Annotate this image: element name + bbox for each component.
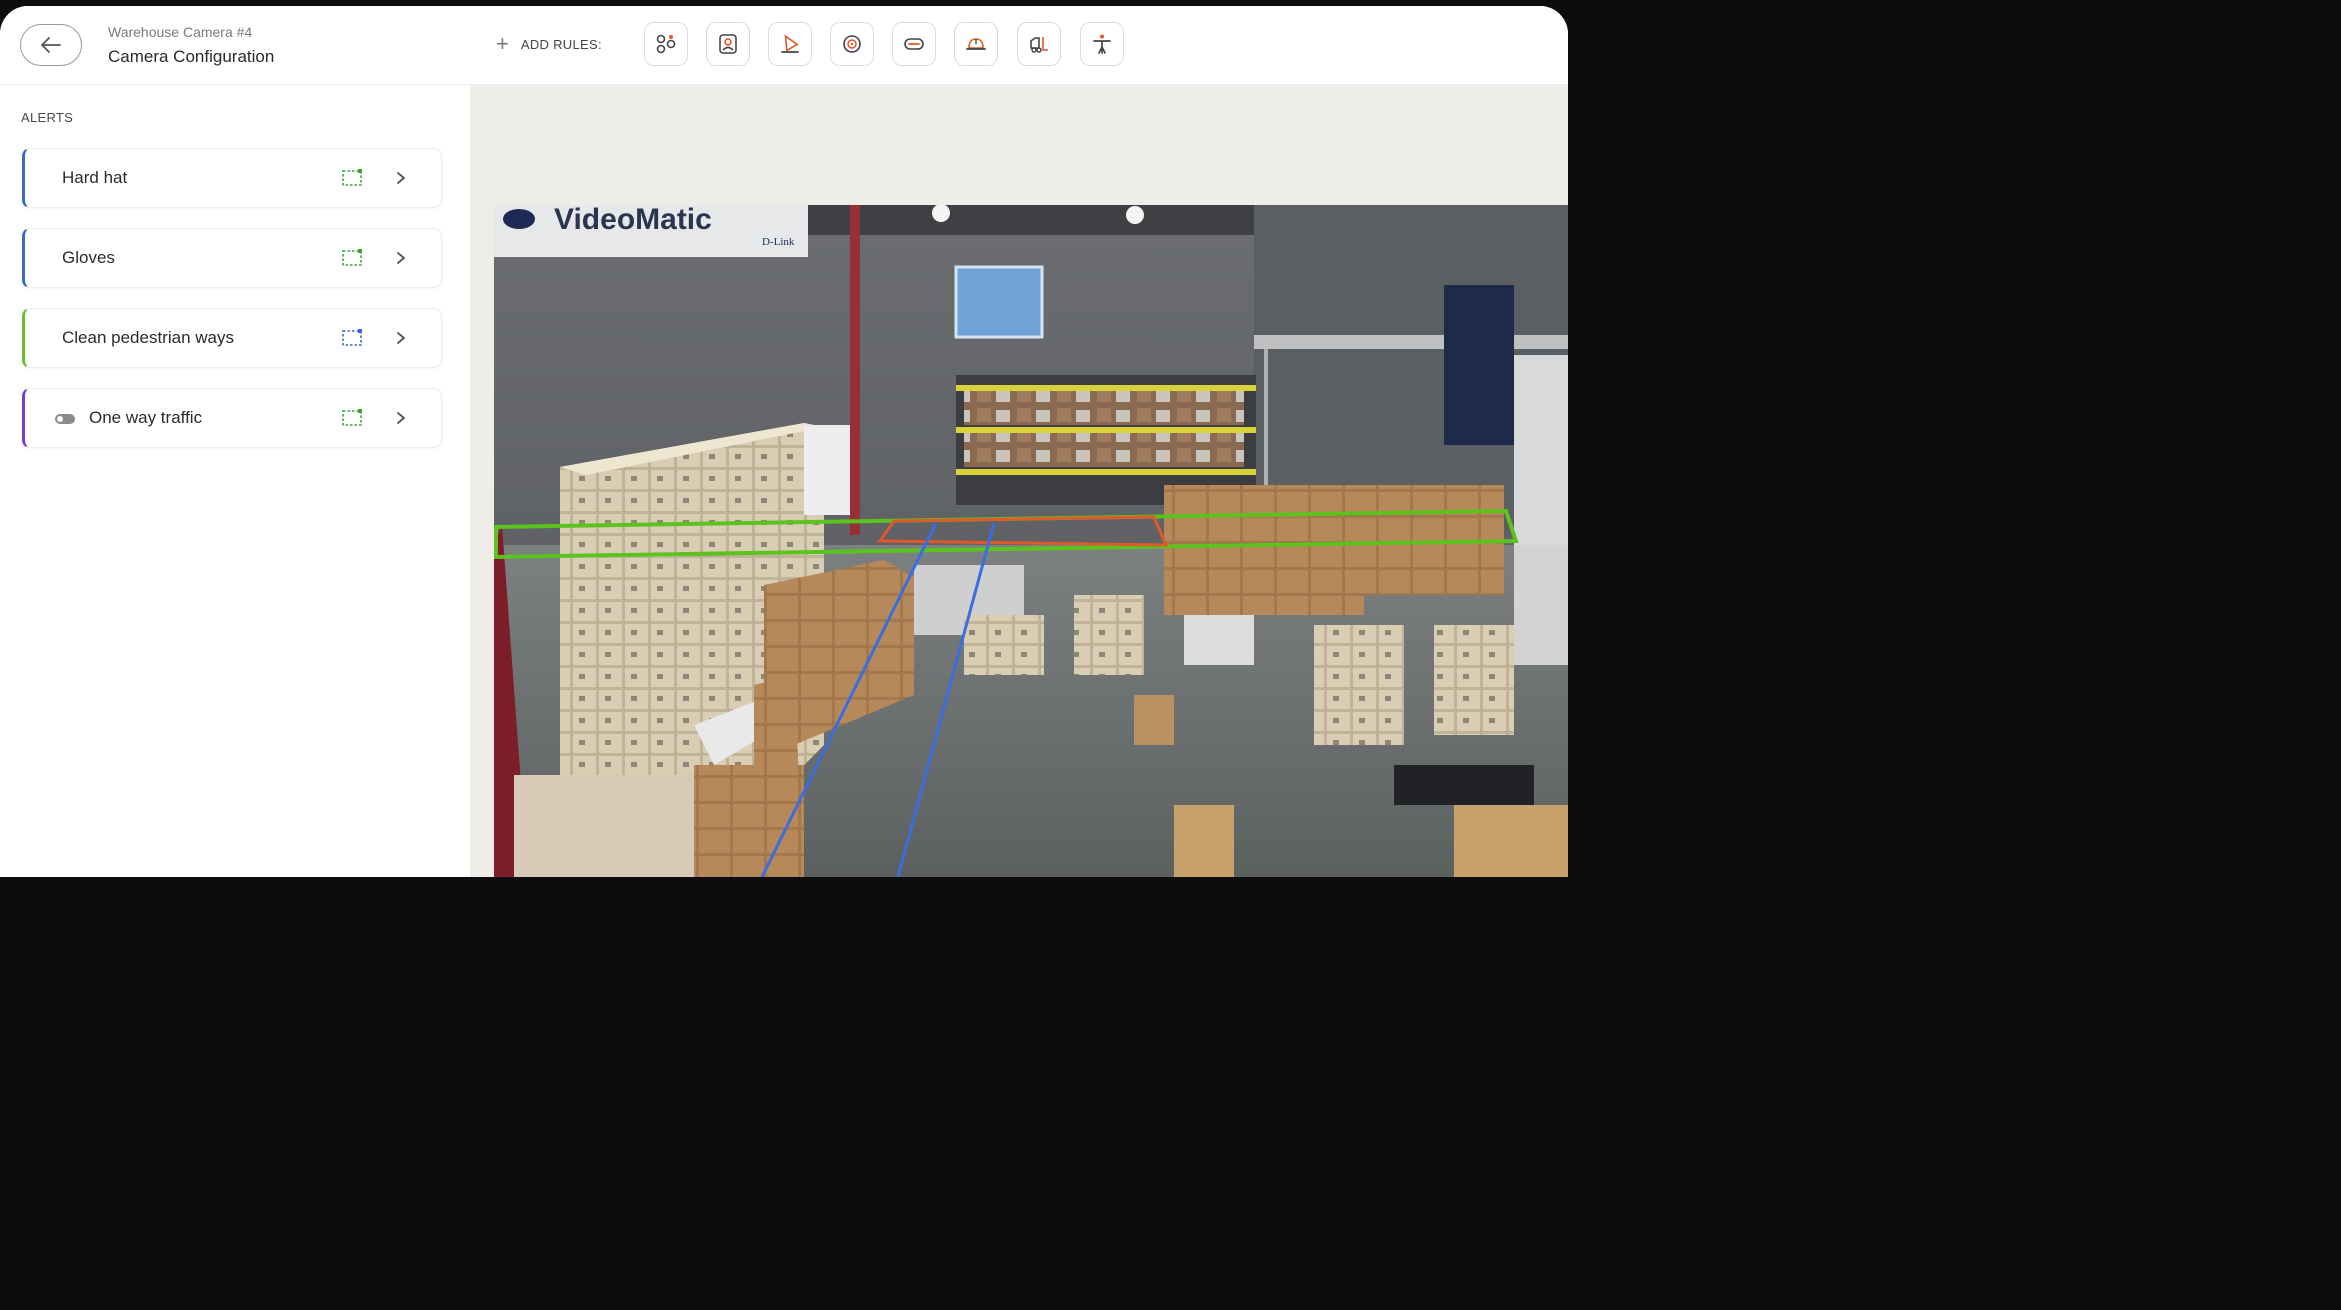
person-badge-icon	[719, 34, 737, 54]
page-title: Camera Configuration	[108, 47, 275, 66]
back-button[interactable]	[20, 24, 82, 66]
rule-button-cone[interactable]	[768, 22, 812, 66]
plus-icon: +	[496, 31, 509, 56]
header: Warehouse Camera #4 Camera Configuration…	[0, 6, 1568, 85]
alert-item-clean-pedestrian-ways[interactable]: Clean pedestrian ways	[22, 308, 442, 368]
rule-button-hard-hat[interactable]	[954, 22, 998, 66]
zone-icon	[342, 329, 362, 346]
main-area: VideoMatic D-Link	[470, 85, 1568, 877]
rule-button-face-scan[interactable]	[830, 22, 874, 66]
alert-item-hard-hat[interactable]: Hard hat	[22, 148, 442, 208]
alert-item-gloves[interactable]: Gloves	[22, 228, 442, 288]
warehouse-scene: VideoMatic D-Link	[494, 205, 1568, 877]
goggles-icon	[904, 38, 924, 50]
cluster-icon	[656, 34, 676, 54]
chevron-right-icon	[397, 172, 405, 184]
alert-label: One way traffic	[89, 408, 203, 427]
rule-button-person-arms[interactable]	[1080, 22, 1124, 66]
chevron-right-icon	[397, 252, 405, 264]
alert-label: Gloves	[62, 248, 115, 267]
rule-button-goggles[interactable]	[892, 22, 936, 66]
add-rules-label: ADD RULES:	[520, 36, 602, 52]
rule-button-forklift[interactable]	[1017, 22, 1061, 66]
sidebar: ALERTS Hard hat Gloves Clean pedestrian …	[0, 85, 470, 877]
zone-icon	[342, 249, 362, 266]
cone-icon	[781, 34, 799, 53]
face-scan-icon	[843, 35, 861, 53]
forklift-icon	[1030, 37, 1048, 53]
add-rules-button[interactable]: + ADD RULES:	[496, 33, 602, 55]
camera-feed[interactable]: VideoMatic D-Link	[494, 205, 1568, 877]
camera-name: Warehouse Camera #4	[108, 24, 253, 40]
app-window: Warehouse Camera #4 Camera Configuration…	[0, 6, 1568, 877]
banner-text: D-Link	[762, 236, 795, 248]
arrow-left-icon	[41, 37, 61, 53]
rule-button-cluster[interactable]	[644, 22, 688, 66]
alert-toggle[interactable]	[55, 414, 75, 424]
alerts-heading: ALERTS	[21, 110, 74, 125]
person-arms-icon	[1093, 34, 1111, 54]
title-block: Warehouse Camera #4 Camera Configuration	[108, 22, 274, 70]
rule-button-person-badge[interactable]	[706, 22, 750, 66]
svg-text:VideoMatic: VideoMatic	[554, 205, 712, 236]
hard-hat-icon	[966, 38, 986, 50]
chevron-right-icon	[397, 412, 405, 424]
alert-label: Clean pedestrian ways	[62, 328, 234, 347]
zone-icon	[342, 169, 362, 186]
chevron-right-icon	[397, 332, 405, 344]
alert-item-one-way-traffic[interactable]: One way traffic	[22, 388, 442, 448]
alert-label: Hard hat	[62, 168, 128, 187]
zone-icon	[342, 409, 362, 426]
